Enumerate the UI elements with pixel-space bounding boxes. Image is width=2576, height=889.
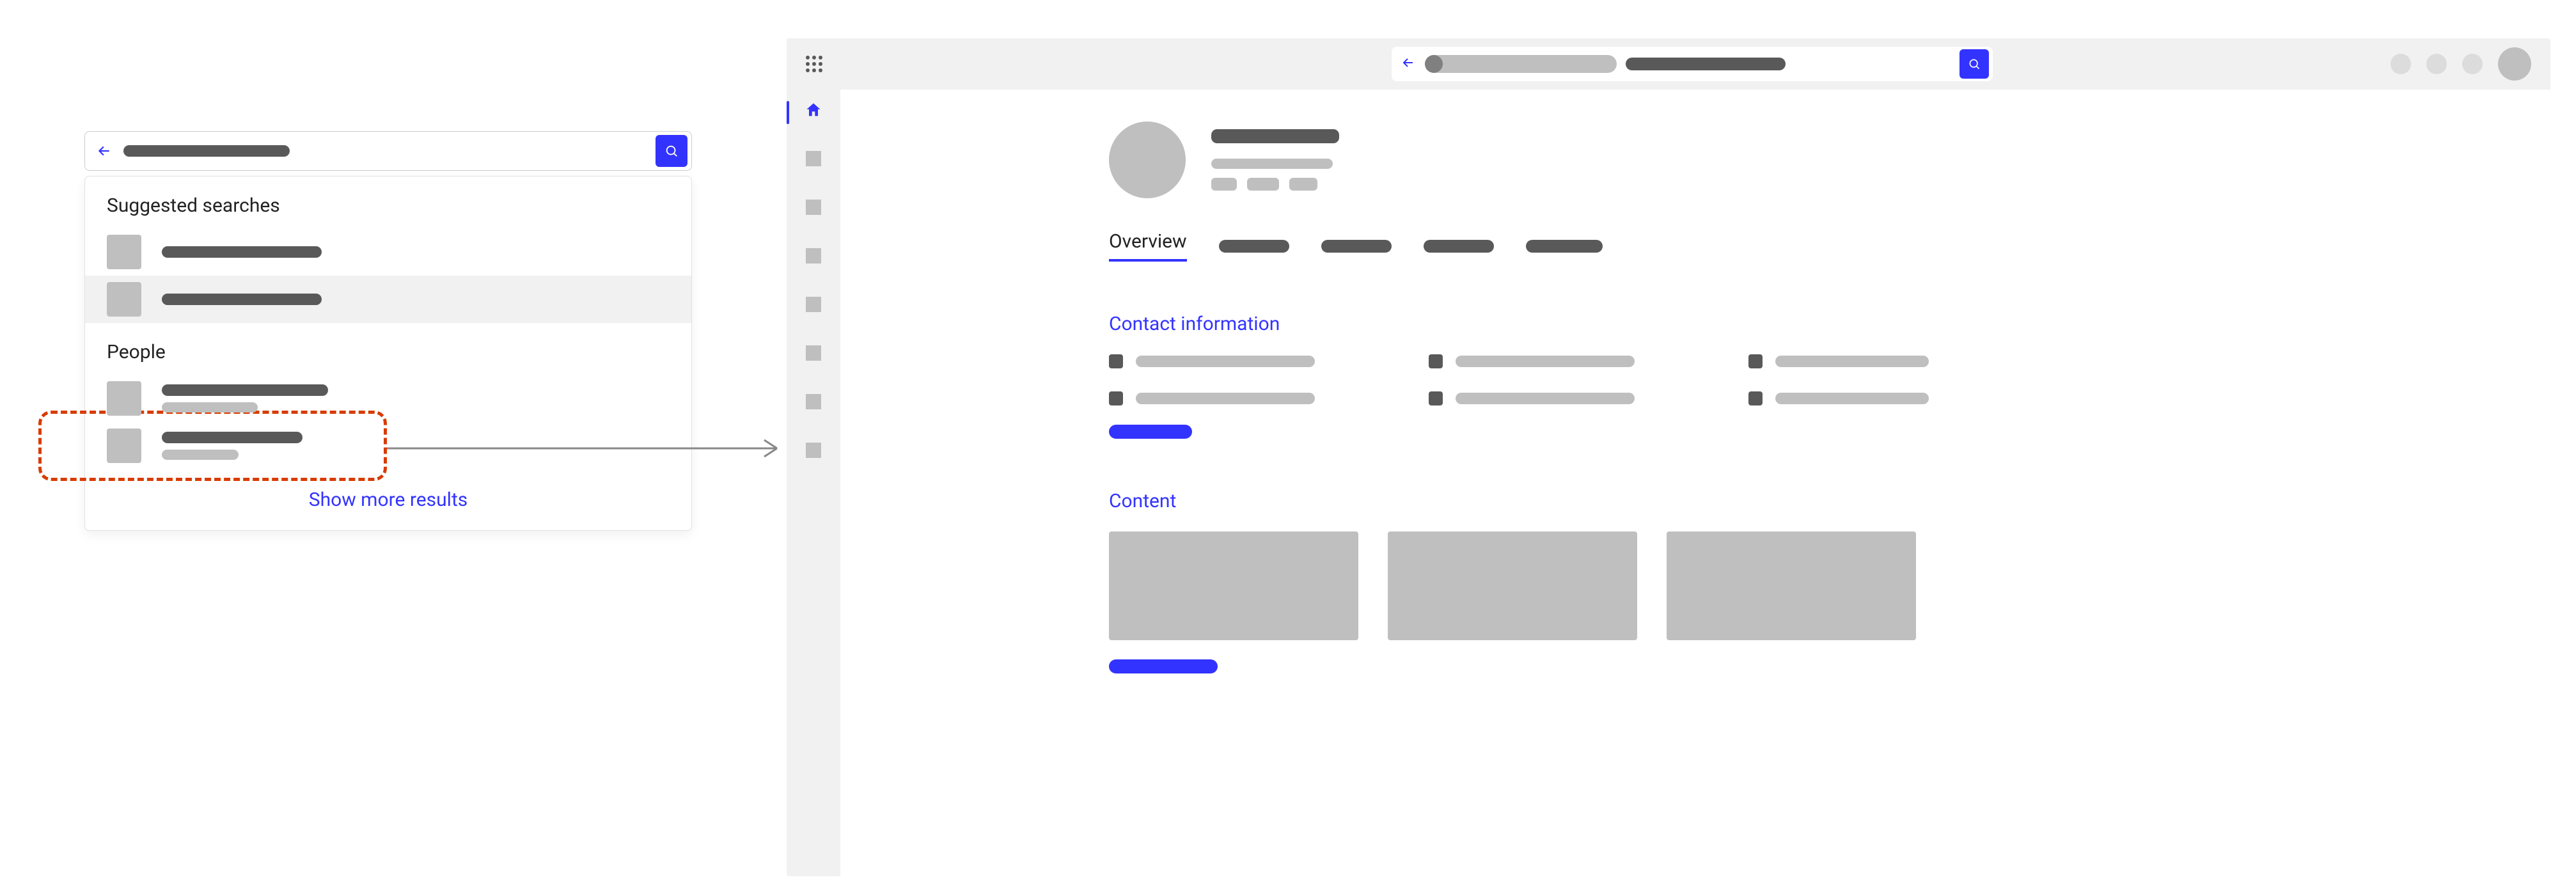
contact-value	[1775, 393, 1929, 404]
search-button[interactable]	[1959, 49, 1989, 79]
suggested-item[interactable]	[85, 228, 691, 276]
contact-icon	[1748, 354, 1763, 368]
show-more-results-link[interactable]: Show more results	[85, 469, 691, 517]
nav-item-icon[interactable]	[805, 198, 822, 216]
people-heading: People	[85, 323, 691, 375]
contact-info-heading: Contact information	[1109, 313, 2474, 335]
contact-grid	[1109, 354, 2474, 405]
app-launcher-icon[interactable]	[806, 56, 822, 72]
contact-icon	[1748, 391, 1763, 405]
search-dropdown-panel: Suggested searches People Show more resu…	[84, 131, 692, 531]
search-query-text	[1626, 58, 1786, 70]
nav-item-icon[interactable]	[805, 393, 822, 411]
person-avatar-icon	[107, 381, 141, 416]
person-name	[162, 384, 328, 396]
contact-value	[1456, 393, 1635, 404]
nav-item-icon[interactable]	[805, 441, 822, 459]
person-subtitle	[162, 450, 239, 460]
contact-field	[1429, 391, 1704, 405]
profile-name	[1211, 129, 1339, 143]
profile-tag	[1289, 178, 1317, 191]
app-header	[787, 38, 2550, 90]
nav-home-icon[interactable]	[805, 101, 822, 119]
header-action-icon[interactable]	[2462, 54, 2483, 74]
person-name	[162, 432, 302, 443]
content-heading: Content	[1109, 490, 2474, 512]
contact-icon	[1109, 354, 1123, 368]
suggested-item[interactable]	[85, 276, 691, 323]
content-card[interactable]	[1109, 531, 1358, 640]
contact-icon	[1429, 391, 1443, 405]
contact-value	[1775, 356, 1929, 367]
search-query-placeholder	[123, 145, 290, 157]
content-cards	[1109, 531, 2474, 640]
tab-item[interactable]	[1424, 240, 1494, 253]
search-button[interactable]	[656, 135, 687, 167]
profile-tag	[1247, 178, 1279, 191]
nav-item-icon[interactable]	[805, 150, 822, 168]
profile-subtitle	[1211, 159, 1333, 169]
contact-icon	[1109, 391, 1123, 405]
people-result-item[interactable]	[85, 375, 691, 422]
suggestion-thumb-icon	[107, 282, 141, 317]
profile-tabs: Overview	[1109, 230, 2474, 262]
person-avatar-icon	[107, 429, 141, 463]
contact-field	[1109, 391, 1384, 405]
tab-overview[interactable]: Overview	[1109, 230, 1187, 262]
nav-item-icon[interactable]	[805, 344, 822, 362]
contact-value	[1456, 356, 1635, 367]
contact-field	[1109, 354, 1384, 368]
search-bar[interactable]	[84, 131, 692, 171]
tab-item[interactable]	[1321, 240, 1392, 253]
suggestion-text	[162, 294, 322, 305]
app-window: Overview Contact information Content	[787, 38, 2550, 876]
contact-icon	[1429, 354, 1443, 368]
nav-item-icon[interactable]	[805, 247, 822, 265]
header-search-bar[interactable]	[1392, 47, 1993, 81]
nav-selected-indicator	[787, 101, 789, 124]
contact-field	[1748, 354, 2023, 368]
contact-link[interactable]	[1109, 425, 1192, 439]
user-avatar-icon[interactable]	[2498, 47, 2531, 81]
tab-item[interactable]	[1526, 240, 1603, 253]
contact-value	[1136, 356, 1315, 367]
suggested-searches-heading: Suggested searches	[85, 177, 691, 228]
contact-field	[1429, 354, 1704, 368]
profile-tag	[1211, 178, 1237, 191]
search-dropdown: Suggested searches People Show more resu…	[84, 176, 692, 531]
chip-avatar-icon	[1425, 55, 1443, 73]
header-action-icon[interactable]	[2391, 54, 2411, 74]
content-card[interactable]	[1388, 531, 1637, 640]
suggestion-text	[162, 246, 322, 258]
contact-value	[1136, 393, 1315, 404]
header-actions	[2391, 47, 2531, 81]
content-card[interactable]	[1667, 531, 1916, 640]
person-subtitle	[162, 402, 258, 413]
tab-item[interactable]	[1219, 240, 1289, 253]
search-chip	[1425, 55, 1617, 73]
back-arrow-icon[interactable]	[94, 141, 114, 161]
profile-tags	[1211, 178, 1339, 191]
nav-item-icon[interactable]	[805, 295, 822, 313]
content-link[interactable]	[1109, 659, 1218, 673]
contact-field	[1748, 391, 2023, 405]
annotation-arrow-icon	[387, 434, 790, 463]
profile-header	[1109, 122, 2474, 198]
profile-avatar-icon	[1109, 122, 1186, 198]
profile-content: Overview Contact information Content	[840, 90, 2550, 876]
back-arrow-icon[interactable]	[1401, 55, 1416, 73]
header-action-icon[interactable]	[2426, 54, 2447, 74]
nav-rail	[787, 90, 840, 876]
suggestion-thumb-icon	[107, 235, 141, 269]
